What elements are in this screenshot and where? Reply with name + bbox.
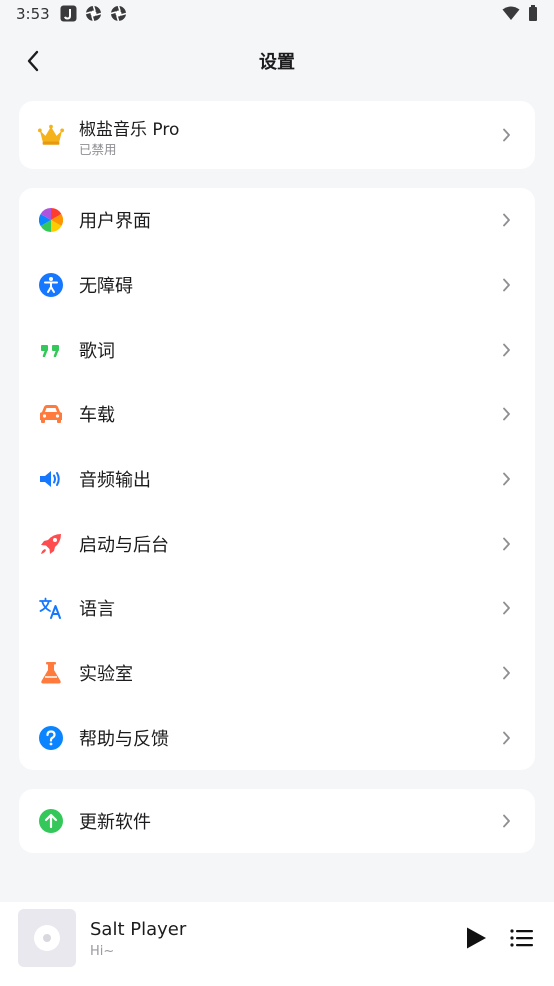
settings-item-startup-background[interactable]: 启动与后台 bbox=[19, 511, 535, 576]
settings-item-label: 语言 bbox=[79, 599, 115, 621]
notification-app-icon bbox=[60, 5, 77, 22]
aperture-icon bbox=[85, 5, 102, 22]
settings-item-label: 音频输出 bbox=[79, 470, 151, 492]
chevron-right-icon bbox=[499, 814, 513, 828]
chevron-right-icon bbox=[499, 278, 513, 292]
play-icon bbox=[467, 927, 486, 949]
settings-item-update[interactable]: 更新软件 bbox=[19, 789, 535, 853]
song-subtitle: Hi~ bbox=[90, 944, 115, 959]
car-icon bbox=[38, 401, 64, 427]
status-system-icons bbox=[502, 5, 538, 21]
song-title: Salt Player bbox=[90, 919, 187, 940]
chevron-right-icon bbox=[499, 731, 513, 745]
settings-item-label: 歌词 bbox=[79, 340, 115, 362]
battery-icon bbox=[529, 5, 537, 21]
settings-item-user-interface[interactable]: 用户界面 bbox=[19, 188, 535, 253]
help-icon bbox=[38, 725, 64, 751]
settings-item-label: 帮助与反馈 bbox=[79, 728, 169, 750]
page-title: 设置 bbox=[259, 52, 295, 73]
queue-button[interactable] bbox=[509, 924, 535, 952]
app-bar: 设置 bbox=[0, 36, 554, 84]
settings-item-audio-output[interactable]: 音频输出 bbox=[19, 447, 535, 512]
settings-item-label: 更新软件 bbox=[79, 812, 151, 833]
pro-title: 椒盐音乐 Pro bbox=[79, 120, 180, 140]
settings-item-help-feedback[interactable]: 帮助与反馈 bbox=[19, 706, 535, 771]
play-button[interactable] bbox=[462, 924, 490, 952]
status-time: 3:53 bbox=[16, 5, 50, 23]
color-wheel-icon bbox=[38, 207, 64, 233]
chevron-right-icon bbox=[499, 128, 513, 142]
disc-icon bbox=[34, 925, 60, 951]
flask-icon bbox=[38, 660, 64, 686]
settings-item-accessibility[interactable]: 无障碍 bbox=[19, 253, 535, 318]
settings-list: 用户界面 无障碍 歌词 车载 音频输出 启动与后台 语言 实验室 帮助与反馈 bbox=[19, 188, 535, 770]
chevron-right-icon bbox=[499, 666, 513, 680]
aperture-icon bbox=[110, 5, 127, 22]
settings-item-car[interactable]: 车载 bbox=[19, 382, 535, 447]
rocket-icon bbox=[38, 531, 64, 557]
pro-status: 已禁用 bbox=[79, 142, 117, 157]
chevron-right-icon bbox=[499, 601, 513, 615]
chevron-right-icon bbox=[499, 213, 513, 227]
pro-card[interactable]: 椒盐音乐 Pro 已禁用 bbox=[19, 101, 535, 169]
status-notification-icons bbox=[60, 5, 127, 22]
crown-icon bbox=[38, 122, 64, 148]
translate-icon bbox=[38, 595, 64, 621]
update-arrow-icon bbox=[38, 808, 64, 834]
settings-item-lab[interactable]: 实验室 bbox=[19, 641, 535, 706]
accessibility-icon bbox=[38, 272, 64, 298]
settings-item-language[interactable]: 语言 bbox=[19, 576, 535, 641]
mini-player[interactable]: Salt Player Hi~ bbox=[0, 902, 554, 986]
settings-item-label: 启动与后台 bbox=[79, 534, 169, 556]
settings-item-lyrics[interactable]: 歌词 bbox=[19, 317, 535, 382]
chevron-right-icon bbox=[499, 407, 513, 421]
speaker-icon bbox=[38, 466, 64, 492]
status-bar: 3:53 bbox=[0, 0, 554, 28]
settings-item-label: 车载 bbox=[79, 405, 115, 427]
chevron-right-icon bbox=[499, 537, 513, 551]
wifi-icon bbox=[502, 6, 520, 20]
settings-item-label: 无障碍 bbox=[79, 276, 133, 298]
playlist-icon bbox=[510, 929, 533, 947]
settings-item-label: 实验室 bbox=[79, 664, 133, 686]
chevron-right-icon bbox=[499, 343, 513, 357]
album-art[interactable] bbox=[18, 909, 76, 967]
settings-item-label: 用户界面 bbox=[79, 211, 151, 233]
chevron-right-icon bbox=[499, 472, 513, 486]
update-card: 更新软件 bbox=[19, 789, 535, 853]
quote-icon bbox=[38, 337, 64, 363]
